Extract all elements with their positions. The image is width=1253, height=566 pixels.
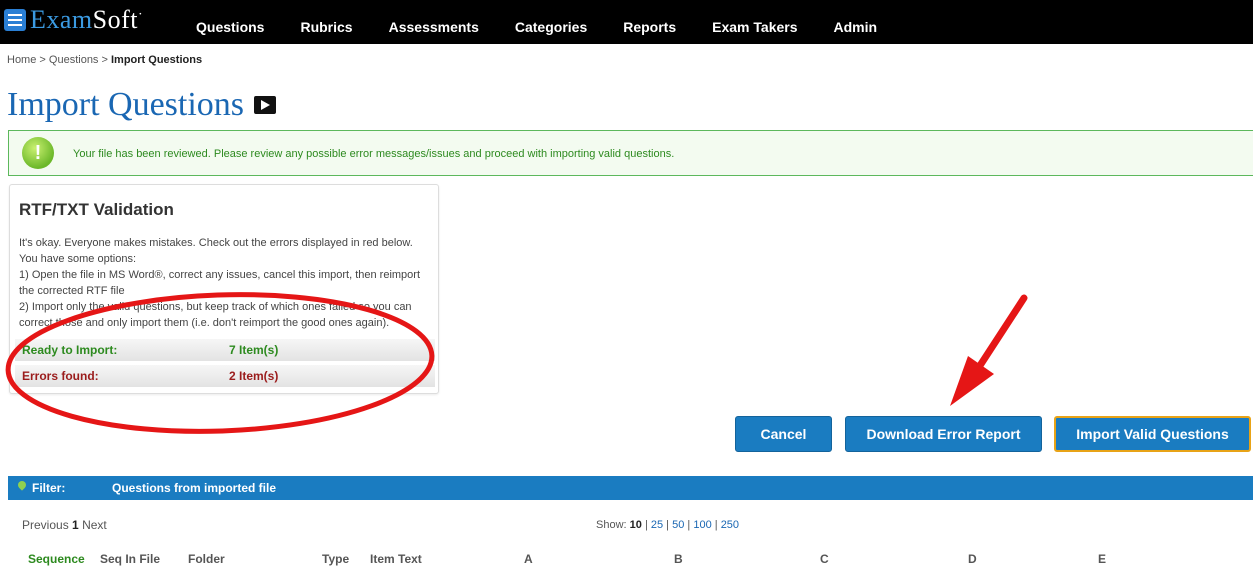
main-nav: Questions Rubrics Assessments Categories… <box>196 0 913 44</box>
filter-value: Questions from imported file <box>112 481 277 495</box>
column-header-b: B <box>674 552 683 566</box>
column-header-item-text[interactable]: Item Text <box>370 552 422 566</box>
annotation-arrow-head <box>950 356 994 406</box>
ready-value: 7 Item(s) <box>229 343 279 357</box>
show-option-250[interactable]: 250 <box>721 519 739 531</box>
show-label: Show: <box>596 519 627 531</box>
filter-bar: Filter: Questions from imported file <box>8 476 1253 500</box>
logo-text: ExamSoft· <box>30 5 144 34</box>
pager-next[interactable]: Next <box>82 518 107 532</box>
nav-questions[interactable]: Questions <box>196 9 264 35</box>
errors-label: Errors found: <box>22 369 99 383</box>
breadcrumb-home[interactable]: Home <box>7 54 36 66</box>
column-header-c: C <box>820 552 829 566</box>
nav-exam-takers[interactable]: Exam Takers <box>712 9 797 35</box>
nav-reports[interactable]: Reports <box>623 9 676 35</box>
show-option-50[interactable]: 50 <box>672 519 684 531</box>
column-header-folder[interactable]: Folder <box>188 552 225 566</box>
pager-previous[interactable]: Previous <box>22 518 69 532</box>
breadcrumb: Home > Questions > Import Questions <box>7 54 202 66</box>
instruction-line: 2) Import only the valid questions, but … <box>19 301 412 313</box>
errors-found-row: Errors found: 2 Item(s) <box>15 365 435 387</box>
column-header-e: E <box>1098 552 1107 566</box>
success-notice: ! Your file has been reviewed. Please re… <box>8 130 1253 176</box>
import-valid-questions-button[interactable]: Import Valid Questions <box>1054 416 1251 452</box>
nav-rubrics[interactable]: Rubrics <box>300 9 352 35</box>
page-size-selector: Show: 10 | 25 | 50 | 100 | 250 <box>596 519 740 531</box>
nav-categories[interactable]: Categories <box>515 9 587 35</box>
column-header-seq-in-file[interactable]: Seq In File <box>100 552 160 566</box>
ready-to-import-row: Ready to Import: 7 Item(s) <box>15 339 435 361</box>
top-nav-bar: ExamSoft· Questions Rubrics Assessments … <box>0 0 1253 44</box>
filter-label: Filter: <box>32 481 66 495</box>
pagination: Previous 1 Next <box>22 518 107 532</box>
notice-text: Your file has been reviewed. Please revi… <box>73 148 675 160</box>
page-title: Import Questions <box>7 86 277 124</box>
video-tutorial-icon[interactable] <box>254 96 277 114</box>
column-header-sequence[interactable]: Sequence <box>28 552 85 566</box>
pager-current-page: 1 <box>72 518 79 532</box>
instruction-line: 1) Open the file in MS Word®, correct an… <box>19 269 421 281</box>
column-header-a: A <box>524 552 533 566</box>
examsoft-logo[interactable]: ExamSoft· <box>4 4 143 36</box>
breadcrumb-separator: > <box>39 54 46 66</box>
validation-title: RTF/TXT Validation <box>19 200 174 219</box>
nav-admin[interactable]: Admin <box>834 9 878 35</box>
nav-assessments[interactable]: Assessments <box>389 9 479 35</box>
menu-icon[interactable] <box>4 9 26 31</box>
column-header-type[interactable]: Type <box>322 552 349 566</box>
download-error-report-button[interactable]: Download Error Report <box>845 416 1042 452</box>
page-title-text: Import Questions <box>7 86 245 123</box>
cancel-button[interactable]: Cancel <box>735 416 832 452</box>
errors-value: 2 Item(s) <box>229 369 279 383</box>
column-header-d: D <box>968 552 977 566</box>
validation-panel: RTF/TXT Validation It's okay. Everyone m… <box>9 184 439 394</box>
breadcrumb-separator: > <box>101 54 108 66</box>
show-option-10[interactable]: 10 <box>630 519 642 531</box>
ready-label: Ready to Import: <box>22 343 118 357</box>
map-pin-icon <box>16 479 28 491</box>
show-option-25[interactable]: 25 <box>651 519 663 531</box>
validation-instructions: It's okay. Everyone makes mistakes. Chec… <box>19 235 429 331</box>
show-option-100[interactable]: 100 <box>693 519 711 531</box>
instruction-line: It's okay. Everyone makes mistakes. Chec… <box>19 237 413 249</box>
breadcrumb-current: Import Questions <box>111 54 203 66</box>
instruction-line: the corrected RTF file <box>19 285 125 297</box>
annotation-arrow-shaft <box>964 294 1028 388</box>
instruction-line: correct those and only import them (i.e.… <box>19 317 390 329</box>
breadcrumb-questions[interactable]: Questions <box>49 54 99 66</box>
exclamation-icon: ! <box>22 137 54 169</box>
instruction-line: You have some options: <box>19 253 137 265</box>
